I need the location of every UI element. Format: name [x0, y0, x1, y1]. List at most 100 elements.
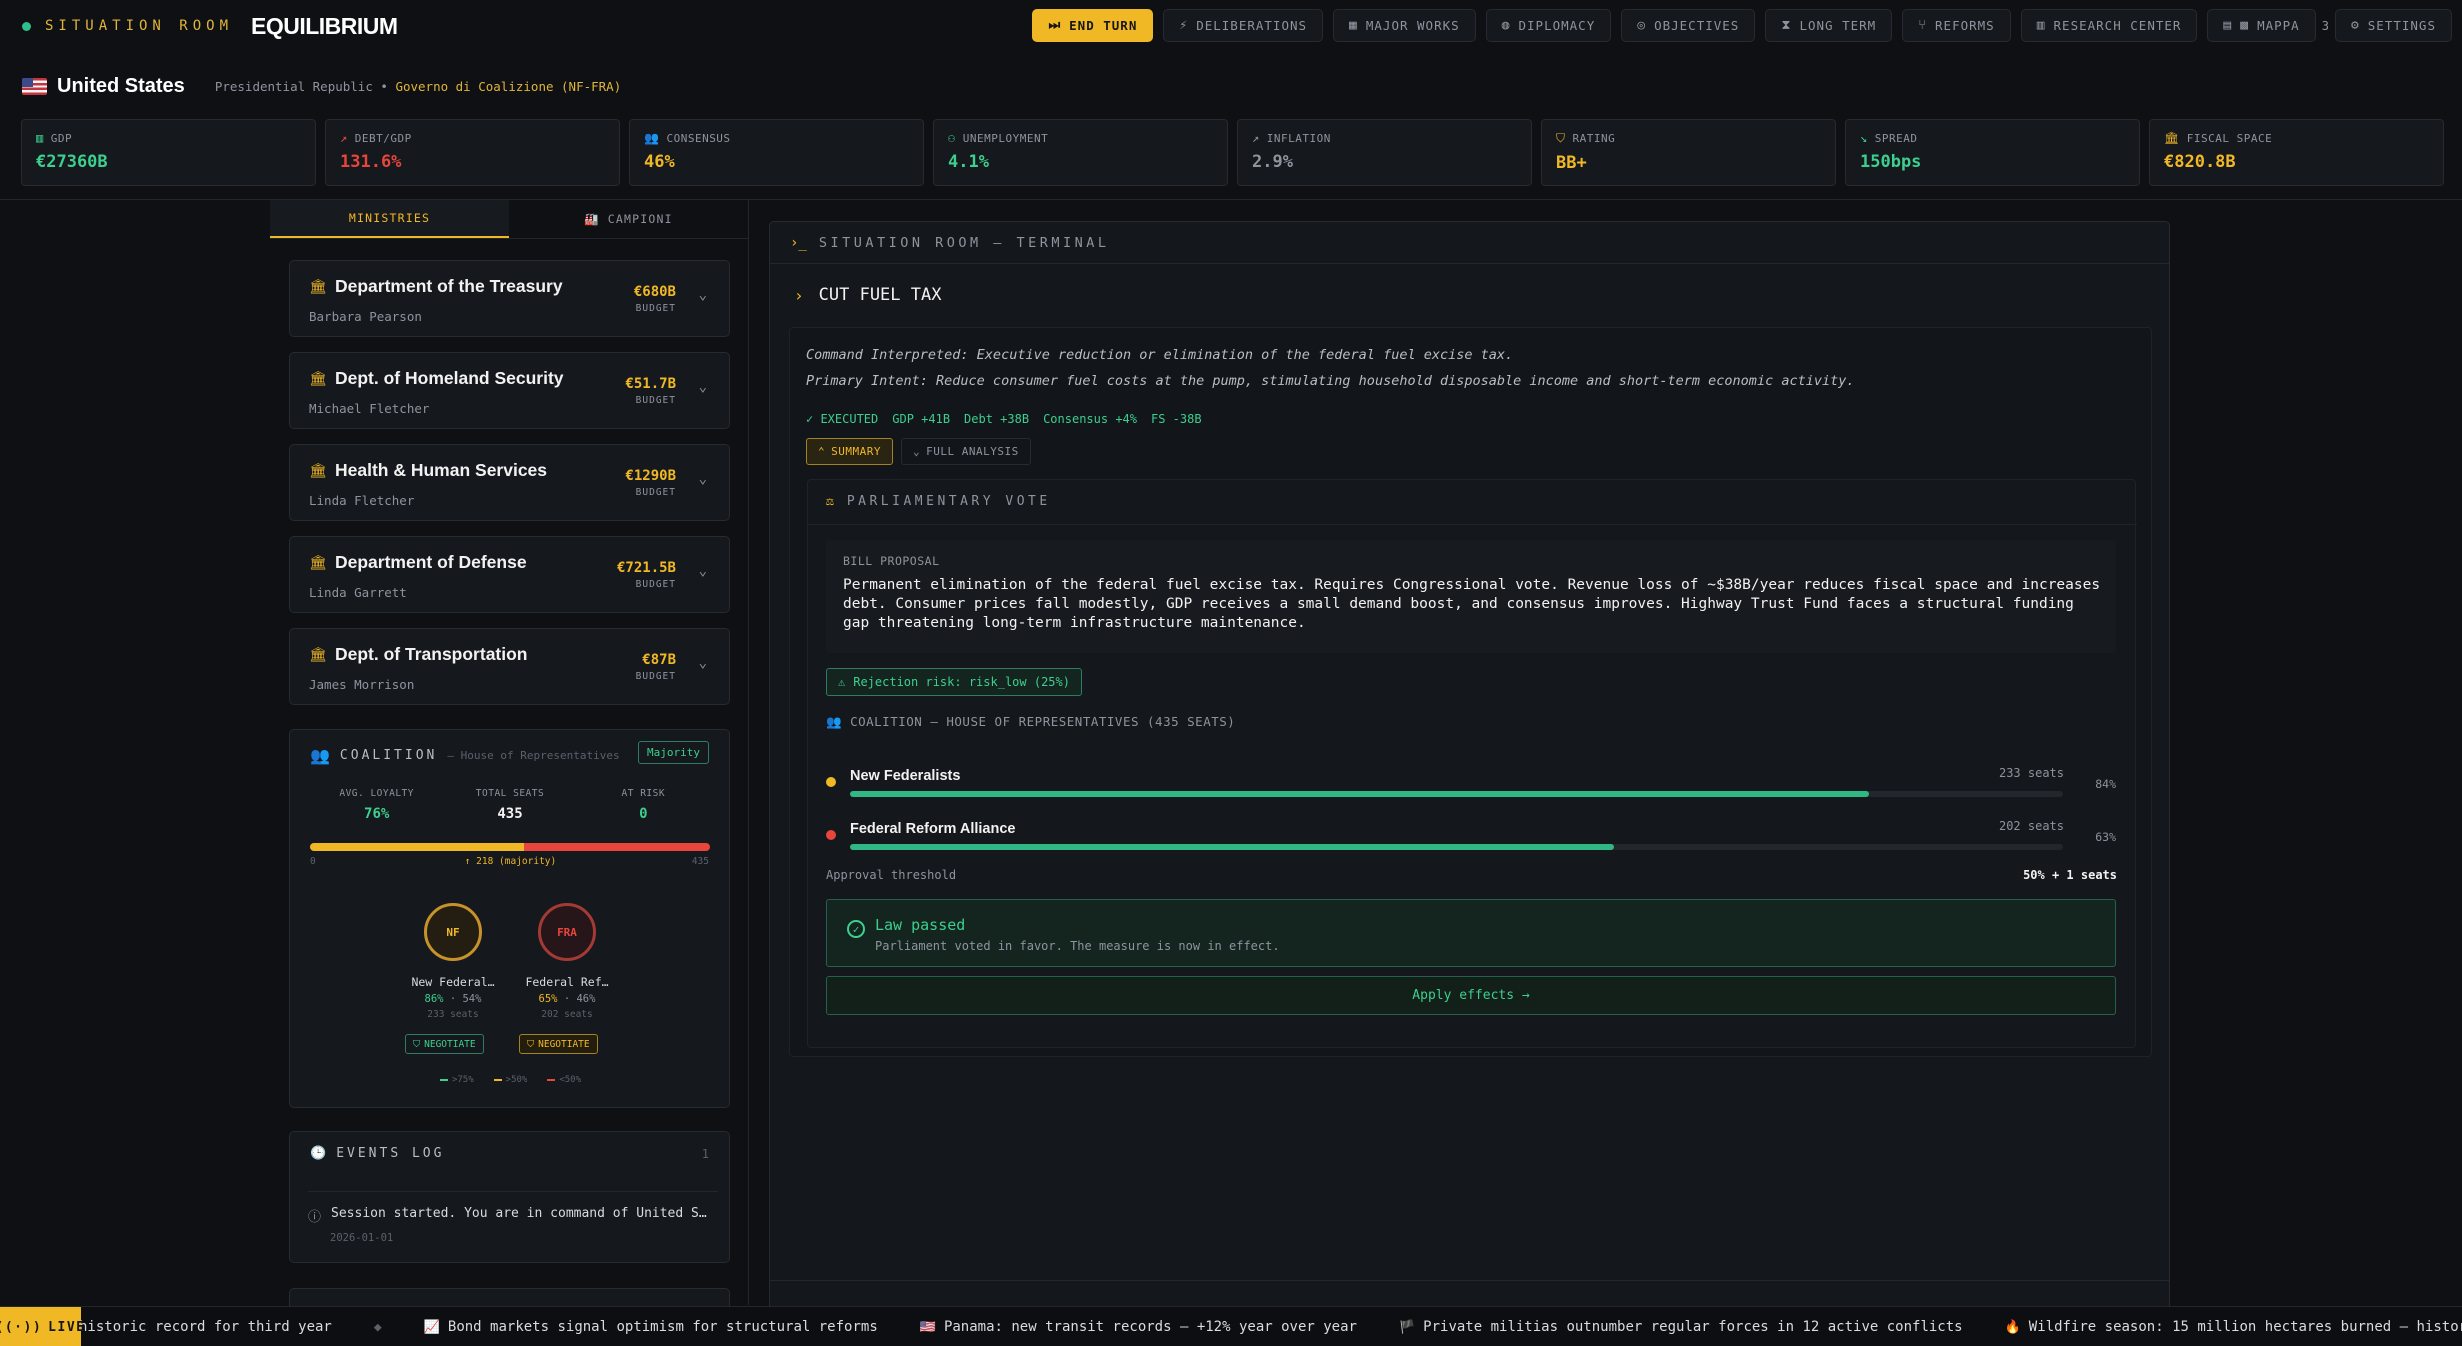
chevron-down-icon[interactable]: ⌄: [699, 379, 707, 395]
ministry-card[interactable]: 🏛 Dept. of Homeland Security Michael Fletc…: [289, 352, 730, 429]
summary-button[interactable]: ⌃ SUMMARY: [806, 438, 893, 465]
apply-effects-button[interactable]: Apply effects →: [826, 976, 2116, 1015]
party-vote-fill: [850, 844, 1615, 850]
ministry-card[interactable]: 🏛 Department of Defense Linda Garrett €721.…: [289, 536, 730, 613]
deliberations-button[interactable]: ⚡ DELIBERATIONS: [1163, 9, 1324, 42]
settings-button[interactable]: ⚙ SETTINGS: [2334, 9, 2452, 42]
party-vote-row: Federal Reform Alliance 202 seats 63%: [826, 817, 2116, 857]
ticker-icon: 🇺🇸: [919, 1319, 936, 1335]
ticker-item[interactable]: historic record for third year: [79, 1319, 332, 1335]
full-analysis-button[interactable]: ⌄ FULL ANALYSIS: [900, 438, 1031, 465]
book-icon: ▤: [2223, 18, 2233, 33]
mappa-button[interactable]: ▤ ▩ MAPPA: [2207, 9, 2316, 42]
chevron-down-icon[interactable]: ⌄: [699, 655, 707, 671]
avg-loyalty-label: AVG. LOYALTY: [339, 788, 414, 799]
command-interpreted: Command Interpreted: Executive reduction…: [806, 347, 1514, 363]
chevron-down-icon[interactable]: ⌄: [699, 287, 707, 303]
users-icon: 👥: [826, 714, 843, 729]
ministry-name: Department of Defense: [335, 552, 527, 572]
ticker-item[interactable]: 🇺🇸 Panama: new transit records — +12% yea…: [920, 1319, 1357, 1335]
end-turn-button[interactable]: ⏭ END TURN: [1032, 9, 1154, 42]
country-header: United States Presidential Republic • Go…: [22, 75, 621, 98]
chevron-down-icon[interactable]: ⌄: [699, 471, 707, 487]
party-nums-nf: 86% · 54%: [398, 993, 508, 1005]
users-icon: 👥: [644, 131, 660, 145]
party-ring-fra[interactable]: FRA: [538, 903, 596, 961]
chevron-down-icon: ⌄: [912, 445, 921, 458]
party-share-fra: 46%: [576, 993, 596, 1005]
ministry-budget-label: BUDGET: [635, 671, 676, 682]
ticker-item[interactable]: 🏴 Private militias outnumber regular forc…: [1399, 1319, 1963, 1335]
stat-value: 4.1%: [948, 152, 989, 172]
stat-value: 131.6%: [340, 152, 402, 172]
event-text: Session started. You are in command of U…: [331, 1206, 707, 1221]
terminal-panel: ›_ SITUATION ROOM — TERMINAL › CUT FUEL …: [769, 221, 2170, 1311]
legend-mid-label: >50%: [505, 1075, 528, 1085]
stat-label: UNEMPLOYMENT: [962, 131, 1049, 145]
chevron-down-icon[interactable]: ⌄: [699, 563, 707, 579]
event-item[interactable]: ⓘ Session started. You are in command of …: [308, 1206, 707, 1225]
ticker-item[interactable]: 🔥 Wildfire season: 15 million hectares bu…: [2005, 1319, 2462, 1335]
reforms-button[interactable]: ⑂ REFORMS: [1902, 9, 2011, 42]
ministry-budget-label: BUDGET: [635, 487, 676, 498]
ticker-icon: 📈: [423, 1319, 440, 1335]
stat-card: ⚇ UNEMPLOYMENT 4.1%: [933, 119, 1228, 186]
vote-divider: [808, 524, 2137, 525]
party-seats-nf: 233 seats: [427, 1009, 479, 1020]
end-turn-label: END TURN: [1069, 18, 1138, 33]
ministry-name: Dept. of Homeland Security: [335, 368, 564, 388]
globe-icon: ◍: [1501, 18, 1511, 33]
long-term-button[interactable]: ⧗ LONG TERM: [1765, 9, 1893, 42]
stat-label: CONSENSUS: [666, 131, 731, 145]
hourglass-icon: ⧗: [1781, 18, 1792, 33]
coalition-stats: AVG. LOYALTY 76% TOTAL SEATS 435 AT RISK 0: [310, 788, 710, 822]
top-bar: SITUATION ROOM EQUILIBRIUM ⏭ END TURN ⚡ DE…: [0, 0, 2462, 52]
party-ring-nf[interactable]: NF: [424, 903, 482, 961]
research-center-button[interactable]: ▥ RESEARCH CENTER: [2020, 9, 2198, 42]
app-title: EQUILIBRIUM: [251, 12, 398, 39]
stat-value: €27360B: [36, 152, 108, 172]
ministry-card[interactable]: 🏛 Department of the Treasury Barbara Pears…: [289, 260, 730, 337]
stat-label-row: ⛉ RATING: [1556, 131, 1821, 146]
vote-title: PARLIAMENTARY VOTE: [846, 494, 1051, 509]
ministry-name: Department of the Treasury: [335, 276, 563, 296]
negotiate-nf-button[interactable]: ⛉ NEGOTIATE: [405, 1034, 484, 1054]
ministry-card[interactable]: 🏛 Health & Human Services Linda Fletcher €1…: [289, 444, 730, 521]
stat-value: 46%: [644, 152, 675, 172]
party-vote-track: [850, 791, 2063, 797]
tab-campioni[interactable]: 🏭 CAMPIONI: [509, 200, 748, 238]
event-date: 2026-01-01: [330, 1232, 394, 1244]
ticker-item[interactable]: ◆: [374, 1320, 382, 1335]
trend-icon: ↗: [1252, 131, 1260, 145]
diplomacy-label: DIPLOMACY: [1518, 18, 1596, 33]
gavel-icon: ⚖: [826, 494, 834, 509]
ministry-budget: €680B: [633, 284, 676, 300]
diplomacy-button[interactable]: ◍ DIPLOMACY: [1485, 9, 1612, 42]
stat-label-row: ↘ SPREAD: [1860, 131, 2125, 145]
ministry-card[interactable]: 🏛 Dept. of Transportation James Morrison €8…: [289, 628, 730, 705]
effect-consensus: Consensus +4%: [1043, 412, 1137, 426]
bill-text: Permanent elimination of the federal fue…: [843, 577, 2101, 631]
party-color-dot: [826, 830, 836, 840]
tab-ministries[interactable]: MINISTRIES: [270, 200, 509, 238]
chart-bar-icon: ▥: [36, 131, 44, 145]
party-vote-name: New Federalists: [850, 768, 961, 784]
negotiate-fra-button[interactable]: ⛉ NEGOTIATE: [519, 1034, 598, 1054]
total-seats-label: TOTAL SEATS: [475, 788, 545, 799]
party-loyalty-fra: 65%: [538, 993, 558, 1005]
building-icon: 🏛: [309, 371, 327, 387]
ticker-item[interactable]: 📈 Bond markets signal optimism for struct…: [424, 1319, 878, 1335]
coalition-title: COALITION: [339, 748, 438, 763]
terminal-icon: ›_: [790, 234, 807, 251]
objectives-button[interactable]: ◎ OBJECTIVES: [1621, 9, 1756, 42]
full-analysis-label: FULL ANALYSIS: [926, 445, 1019, 458]
ministry-budget: €1290B: [625, 468, 676, 484]
total-seats-value: 435: [497, 806, 523, 822]
seat-distribution-bar: [310, 843, 710, 851]
legend-mid: >50%: [493, 1075, 528, 1085]
nums-separator: ·: [563, 993, 571, 1005]
major-works-button[interactable]: ▦ MAJOR WORKS: [1333, 9, 1476, 42]
majority-marker: ↑ 218 (majority): [464, 856, 557, 867]
terminal-title: SITUATION ROOM — TERMINAL: [818, 234, 1110, 251]
at-risk-value: 0: [639, 806, 648, 822]
